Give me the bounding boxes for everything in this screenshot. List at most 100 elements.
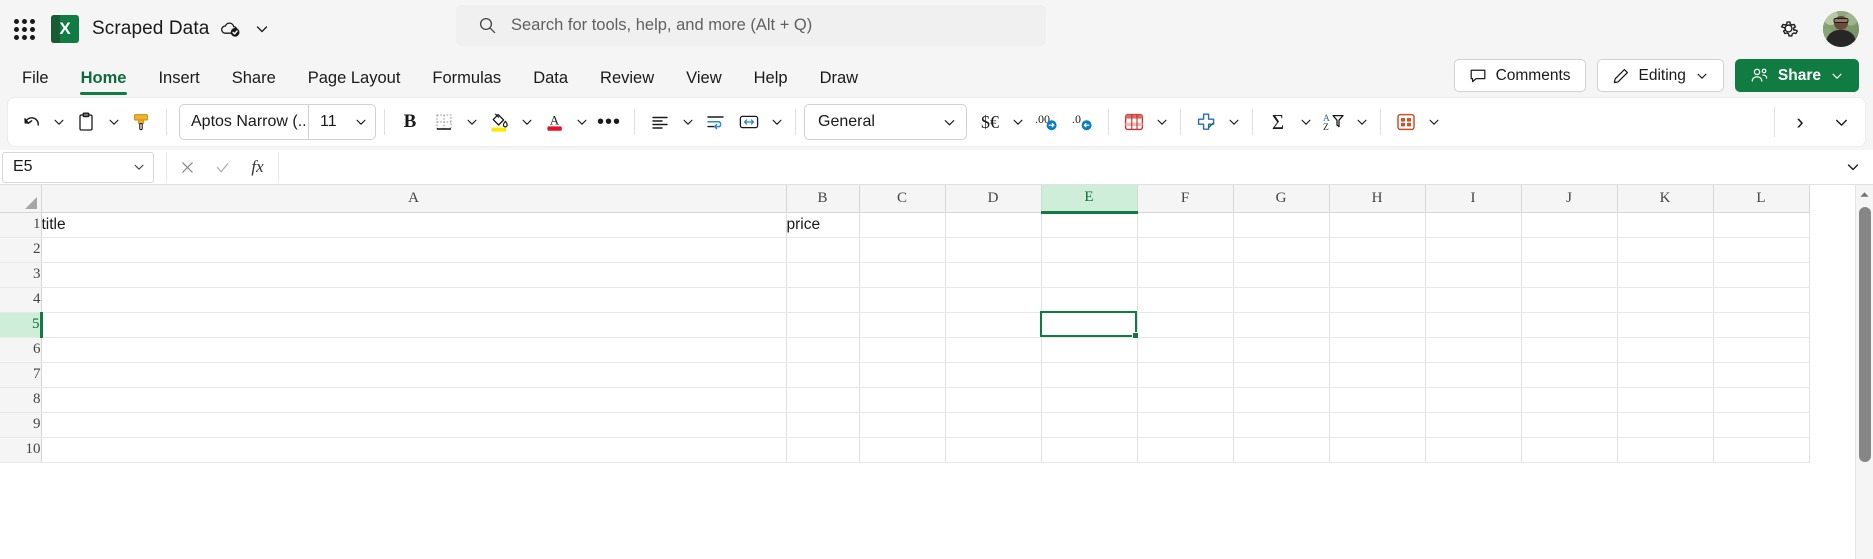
cell-E10[interactable] bbox=[1041, 437, 1138, 463]
cell-D3[interactable] bbox=[945, 262, 1042, 288]
cell-A4[interactable] bbox=[41, 287, 787, 313]
cell-A5[interactable] bbox=[41, 312, 787, 338]
cell-H8[interactable] bbox=[1329, 387, 1426, 413]
name-box-chevron-down-icon[interactable] bbox=[132, 160, 146, 174]
autosum-chevron-down-icon[interactable] bbox=[1296, 104, 1316, 140]
cell-J9[interactable] bbox=[1521, 412, 1618, 438]
wrap-text-button[interactable] bbox=[698, 104, 732, 140]
cell-I9[interactable] bbox=[1425, 412, 1522, 438]
tab-insert[interactable]: Insert bbox=[142, 60, 215, 96]
cell-E1[interactable] bbox=[1041, 212, 1138, 238]
app-launcher-icon[interactable] bbox=[11, 16, 37, 42]
cell-J3[interactable] bbox=[1521, 262, 1618, 288]
undo-button[interactable] bbox=[14, 104, 48, 140]
cell-K7[interactable] bbox=[1617, 362, 1714, 388]
cell-I8[interactable] bbox=[1425, 387, 1522, 413]
cell-B3[interactable] bbox=[786, 262, 860, 288]
tab-data[interactable]: Data bbox=[517, 60, 584, 96]
cell-L1[interactable] bbox=[1713, 212, 1810, 238]
cell-C8[interactable] bbox=[859, 387, 946, 413]
row-header-4[interactable]: 4 bbox=[0, 287, 42, 313]
tab-file[interactable]: File bbox=[6, 60, 65, 96]
tab-home[interactable]: Home bbox=[65, 60, 143, 96]
share-chevron-down-icon[interactable] bbox=[1830, 69, 1844, 83]
cell-H9[interactable] bbox=[1329, 412, 1426, 438]
cell-J5[interactable] bbox=[1521, 312, 1618, 338]
cell-A10[interactable] bbox=[41, 437, 787, 463]
cell-K3[interactable] bbox=[1617, 262, 1714, 288]
cell-F2[interactable] bbox=[1137, 237, 1234, 263]
cell-L6[interactable] bbox=[1713, 337, 1810, 363]
insert-cells-button[interactable] bbox=[1189, 104, 1223, 140]
cell-F9[interactable] bbox=[1137, 412, 1234, 438]
cell-I4[interactable] bbox=[1425, 287, 1522, 313]
cell-L3[interactable] bbox=[1713, 262, 1810, 288]
cell-D5[interactable] bbox=[945, 312, 1042, 338]
column-header-a[interactable]: A bbox=[41, 185, 787, 213]
cell-D7[interactable] bbox=[945, 362, 1042, 388]
cell-G9[interactable] bbox=[1233, 412, 1330, 438]
cell-F7[interactable] bbox=[1137, 362, 1234, 388]
cell-F8[interactable] bbox=[1137, 387, 1234, 413]
tab-help[interactable]: Help bbox=[738, 60, 804, 96]
cell-H5[interactable] bbox=[1329, 312, 1426, 338]
column-header-f[interactable]: F bbox=[1137, 185, 1234, 213]
cell-E4[interactable] bbox=[1041, 287, 1138, 313]
format-painter-button[interactable] bbox=[124, 104, 158, 140]
cell-H4[interactable] bbox=[1329, 287, 1426, 313]
comments-button[interactable]: Comments bbox=[1453, 59, 1586, 92]
cell-A7[interactable] bbox=[41, 362, 787, 388]
autosum-button[interactable]: Σ bbox=[1261, 104, 1295, 140]
currency-chevron-down-icon[interactable] bbox=[1008, 104, 1028, 140]
formula-input[interactable] bbox=[285, 152, 1833, 183]
cloud-saved-icon[interactable] bbox=[220, 18, 242, 40]
column-header-e[interactable]: E bbox=[1041, 185, 1138, 214]
tab-review[interactable]: Review bbox=[584, 60, 670, 96]
row-header-3[interactable]: 3 bbox=[0, 262, 42, 288]
cell-G2[interactable] bbox=[1233, 237, 1330, 263]
gear-icon[interactable] bbox=[1771, 12, 1805, 46]
cell-H3[interactable] bbox=[1329, 262, 1426, 288]
cell-J7[interactable] bbox=[1521, 362, 1618, 388]
borders-chevron-down-icon[interactable] bbox=[462, 104, 482, 140]
cell-I2[interactable] bbox=[1425, 237, 1522, 263]
column-header-j[interactable]: J bbox=[1521, 185, 1618, 213]
cell-D1[interactable] bbox=[945, 212, 1042, 238]
name-box[interactable]: E5 bbox=[2, 151, 154, 183]
font-size-select[interactable]: 11 bbox=[309, 105, 375, 139]
number-format-chevron-down-icon[interactable] bbox=[942, 115, 957, 130]
select-all-corner[interactable] bbox=[0, 185, 42, 213]
cell-E8[interactable] bbox=[1041, 387, 1138, 413]
cell-E5[interactable] bbox=[1041, 312, 1138, 338]
cell-J6[interactable] bbox=[1521, 337, 1618, 363]
cell-B4[interactable] bbox=[786, 287, 860, 313]
cell-B6[interactable] bbox=[786, 337, 860, 363]
cell-K6[interactable] bbox=[1617, 337, 1714, 363]
decrease-decimal-button[interactable]: .0 bbox=[1064, 104, 1100, 140]
merge-cells-button[interactable] bbox=[732, 104, 766, 140]
cell-D4[interactable] bbox=[945, 287, 1042, 313]
document-title[interactable]: Scraped Data bbox=[92, 18, 209, 40]
cell-J1[interactable] bbox=[1521, 212, 1618, 238]
align-chevron-down-icon[interactable] bbox=[678, 104, 698, 140]
cell-L9[interactable] bbox=[1713, 412, 1810, 438]
cell-K8[interactable] bbox=[1617, 387, 1714, 413]
cell-G8[interactable] bbox=[1233, 387, 1330, 413]
cell-I3[interactable] bbox=[1425, 262, 1522, 288]
cell-K4[interactable] bbox=[1617, 287, 1714, 313]
cell-D6[interactable] bbox=[945, 337, 1042, 363]
cell-I1[interactable] bbox=[1425, 212, 1522, 238]
cell-L7[interactable] bbox=[1713, 362, 1810, 388]
cell-E7[interactable] bbox=[1041, 362, 1138, 388]
fill-color-chevron-down-icon[interactable] bbox=[517, 104, 537, 140]
column-header-h[interactable]: H bbox=[1329, 185, 1426, 213]
cell-F6[interactable] bbox=[1137, 337, 1234, 363]
cell-C9[interactable] bbox=[859, 412, 946, 438]
cell-I5[interactable] bbox=[1425, 312, 1522, 338]
tab-draw[interactable]: Draw bbox=[804, 60, 875, 96]
cell-K9[interactable] bbox=[1617, 412, 1714, 438]
cell-B7[interactable] bbox=[786, 362, 860, 388]
paste-button[interactable] bbox=[69, 104, 103, 140]
cell-H1[interactable] bbox=[1329, 212, 1426, 238]
user-avatar[interactable] bbox=[1823, 10, 1859, 47]
